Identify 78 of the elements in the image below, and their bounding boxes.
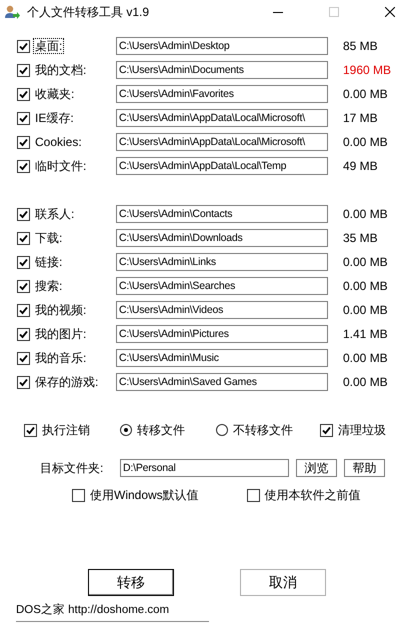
path-field[interactable]: C:\Users\Admin\AppData\Local\Temp <box>116 157 328 175</box>
target-folder-field[interactable]: D:\Personal <box>120 459 289 477</box>
checkbox[interactable] <box>17 112 30 124</box>
action-button[interactable]: 取消 <box>240 569 326 596</box>
option-label: 转移文件 <box>137 422 185 438</box>
folder-label: 保存的游戏: <box>34 374 100 390</box>
checkbox[interactable] <box>17 160 30 172</box>
folder-size: 0.00 MB <box>343 279 388 293</box>
folder-label: 我的图片: <box>34 326 88 342</box>
checkbox[interactable] <box>17 280 30 292</box>
folder-size: 0.00 MB <box>343 375 388 389</box>
folder-size: 0.00 MB <box>343 87 388 101</box>
path-field[interactable]: C:\Users\Admin\Desktop <box>116 37 328 55</box>
folder-label: 搜索: <box>34 278 64 294</box>
small-button[interactable]: 帮助 <box>344 459 385 477</box>
folder-size: 17 MB <box>343 111 378 125</box>
checkbox[interactable] <box>17 232 30 244</box>
option-label: 使用Windows默认值 <box>90 487 199 504</box>
radio-button[interactable] <box>120 424 132 436</box>
folder-label: 临时文件: <box>34 158 88 174</box>
folder-label: 我的音乐: <box>34 350 88 366</box>
checkbox[interactable] <box>17 136 30 148</box>
folder-label: 我的视频: <box>34 302 88 318</box>
path-field[interactable]: C:\Users\Admin\Documents <box>116 61 328 79</box>
checkbox[interactable] <box>17 328 30 340</box>
checkbox[interactable] <box>17 88 30 100</box>
path-field[interactable]: C:\Users\Admin\Music <box>116 349 328 367</box>
folder-size: 49 MB <box>343 159 378 173</box>
path-field[interactable]: C:\Users\Admin\Pictures <box>116 325 328 343</box>
checkbox[interactable] <box>24 424 37 436</box>
folder-size: 35 MB <box>343 231 378 245</box>
action-button[interactable]: 转移 <box>88 569 174 596</box>
user-icon <box>4 4 20 20</box>
path-field[interactable]: C:\Users\Admin\AppData\Local\Microsoft\ <box>116 133 328 151</box>
path-field[interactable]: C:\Users\Admin\Favorites <box>116 85 328 103</box>
folder-size: 0.00 MB <box>343 255 388 269</box>
folder-label: 桌面: <box>33 38 64 54</box>
checkbox[interactable] <box>72 489 85 502</box>
path-field[interactable]: C:\Users\Admin\Contacts <box>116 205 328 223</box>
path-field[interactable]: C:\Users\Admin\AppData\Local\Microsoft\ <box>116 109 328 127</box>
checkbox[interactable] <box>17 256 30 268</box>
folder-size: 0.00 MB <box>343 207 388 221</box>
path-field[interactable]: C:\Users\Admin\Saved Games <box>116 373 328 391</box>
folder-label: 收藏夹: <box>34 86 76 102</box>
target-label: 目标文件夹: <box>40 460 104 476</box>
folder-size: 0.00 MB <box>343 303 388 317</box>
path-field[interactable]: C:\Users\Admin\Links <box>116 253 328 271</box>
checkbox[interactable] <box>17 208 30 220</box>
checkbox[interactable] <box>246 489 260 502</box>
checkbox[interactable] <box>320 424 333 436</box>
folder-size: 1.41 MB <box>343 327 388 341</box>
folder-label: 我的文档: <box>34 62 88 78</box>
folder-label: 下载: <box>34 230 64 246</box>
folder-size: 1960 MB <box>343 63 392 77</box>
folder-size: 85 MB <box>343 39 378 53</box>
folder-size: 0.00 MB <box>343 351 388 365</box>
checkbox[interactable] <box>17 352 30 364</box>
checkbox[interactable] <box>17 40 30 52</box>
option-label: 使用本软件之前值 <box>264 487 361 504</box>
path-field[interactable]: C:\Users\Admin\Downloads <box>116 229 328 247</box>
checkbox[interactable] <box>17 304 30 316</box>
window-title: 个人文件转移工具 v1.9 <box>27 4 150 20</box>
checkbox[interactable] <box>17 64 30 76</box>
small-button[interactable]: 浏览 <box>296 459 337 477</box>
option-label: 执行注销 <box>42 422 90 438</box>
footer-text: DOS之家 http://doshome.com <box>16 604 170 616</box>
path-field[interactable]: C:\Users\Admin\Searches <box>116 277 328 295</box>
radio-button[interactable] <box>216 424 228 436</box>
checkbox[interactable] <box>17 376 30 388</box>
close-icon[interactable] <box>385 7 395 17</box>
option-label: 不转移文件 <box>233 422 293 438</box>
folder-label: IE缓存: <box>34 110 75 126</box>
folder-label: 联系人: <box>34 206 76 222</box>
folder-size: 0.00 MB <box>343 135 388 149</box>
folder-label: 链接: <box>34 254 64 270</box>
option-label: 清理垃圾 <box>338 422 386 438</box>
folder-label: Cookies: <box>34 134 83 150</box>
path-field[interactable]: C:\Users\Admin\Videos <box>116 301 328 319</box>
